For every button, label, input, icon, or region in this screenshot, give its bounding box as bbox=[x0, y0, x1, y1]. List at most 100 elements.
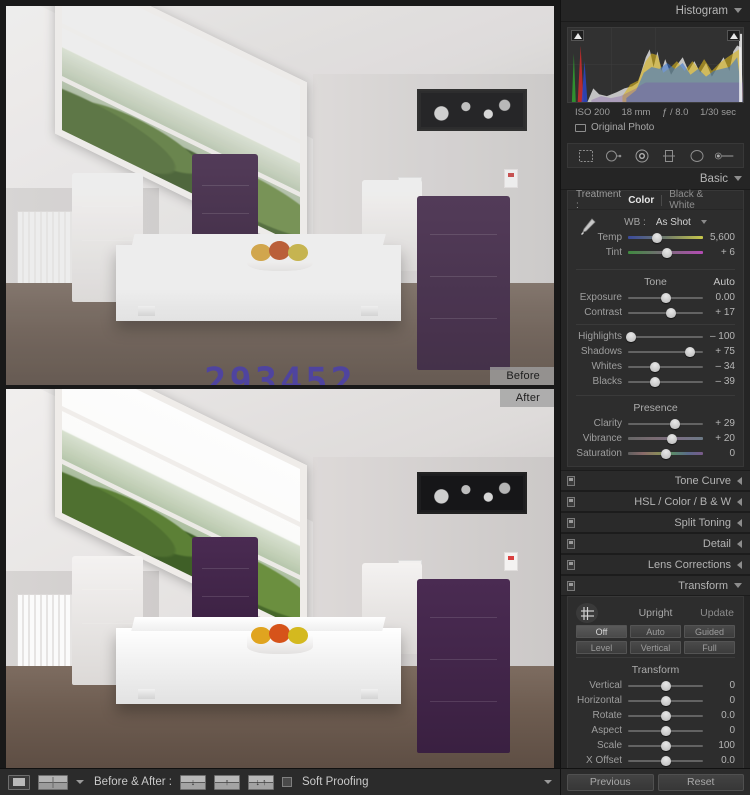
slider-exposure[interactable]: Exposure 0.00 bbox=[576, 290, 735, 305]
adjustment-brush-tool[interactable] bbox=[715, 147, 735, 164]
copy-before-to-after-button[interactable]: ↑ bbox=[213, 774, 240, 790]
upright-guided-button[interactable]: Guided bbox=[684, 625, 735, 638]
white-balance-selector-icon[interactable] bbox=[574, 214, 600, 242]
slider-knob[interactable] bbox=[650, 376, 660, 387]
after-image-pane[interactable]: After bbox=[6, 389, 554, 768]
loupe-view-icon[interactable] bbox=[8, 774, 30, 790]
slider-saturation[interactable]: Saturation 0 bbox=[576, 446, 735, 461]
before-after-view-icon[interactable] bbox=[38, 774, 68, 790]
panel-switch-icon[interactable] bbox=[567, 517, 575, 528]
slider-track[interactable] bbox=[628, 376, 703, 387]
slider-vertical[interactable]: Vertical 0 bbox=[576, 678, 735, 693]
upright-vertical-button[interactable]: Vertical bbox=[630, 641, 681, 654]
slider-track[interactable] bbox=[628, 695, 703, 706]
slider-x-offset[interactable]: X Offset 0.0 bbox=[576, 753, 735, 768]
histogram-header[interactable]: Histogram bbox=[561, 0, 750, 22]
slider-track[interactable] bbox=[628, 232, 703, 243]
slider-knob[interactable] bbox=[669, 418, 680, 429]
treatment-option-black-and-white[interactable]: Black & White bbox=[662, 189, 735, 211]
chevron-left-icon[interactable] bbox=[737, 476, 742, 485]
copy-after-to-before-button[interactable]: ↓ bbox=[179, 774, 206, 790]
slider-knob[interactable] bbox=[660, 695, 671, 706]
slider-track[interactable] bbox=[628, 680, 703, 691]
reset-button[interactable]: Reset bbox=[657, 773, 744, 791]
slider-highlights[interactable]: Highlights – 100 bbox=[576, 329, 735, 344]
spot-removal-tool[interactable] bbox=[604, 147, 624, 164]
slider-knob[interactable] bbox=[650, 361, 660, 372]
panel-switch-icon[interactable] bbox=[567, 475, 575, 486]
upright-crosshair-icon[interactable] bbox=[576, 603, 598, 623]
section-detail[interactable]: Detail bbox=[561, 533, 750, 554]
chevron-left-icon[interactable] bbox=[737, 539, 742, 548]
radial-filter-tool[interactable] bbox=[687, 147, 707, 164]
toolbar-chevron-down-icon[interactable] bbox=[544, 780, 552, 784]
slider-track[interactable] bbox=[628, 292, 703, 303]
chevron-down-icon[interactable] bbox=[734, 8, 742, 13]
before-image-pane[interactable]: Before 293452 bbox=[6, 6, 554, 385]
chevron-down-icon[interactable] bbox=[700, 220, 707, 224]
slider-tint[interactable]: Tint + 6 bbox=[576, 245, 735, 260]
chevron-left-icon[interactable] bbox=[737, 518, 742, 527]
slider-track[interactable] bbox=[628, 247, 703, 258]
original-photo-row[interactable]: Original Photo bbox=[567, 120, 744, 139]
slider-track[interactable] bbox=[628, 418, 703, 429]
slider-scale[interactable]: Scale 100 bbox=[576, 738, 735, 753]
graduated-filter-tool[interactable] bbox=[659, 147, 679, 164]
slider-aspect[interactable]: Aspect 0 bbox=[576, 723, 735, 738]
slider-track[interactable] bbox=[628, 307, 703, 318]
slider-rotate[interactable]: Rotate 0.0 bbox=[576, 708, 735, 723]
chevron-down-icon[interactable] bbox=[734, 583, 742, 588]
slider-knob[interactable] bbox=[660, 680, 671, 691]
panel-switch-icon[interactable] bbox=[567, 559, 575, 570]
chevron-left-icon[interactable] bbox=[737, 497, 742, 506]
slider-knob[interactable] bbox=[660, 292, 671, 303]
slider-knob[interactable] bbox=[660, 448, 671, 459]
panel-switch-icon[interactable] bbox=[567, 580, 575, 591]
slider-shadows[interactable]: Shadows + 75 bbox=[576, 344, 735, 359]
shadow-clipping-indicator[interactable] bbox=[571, 30, 584, 41]
slider-knob[interactable] bbox=[667, 433, 678, 444]
section-transform[interactable]: Transform bbox=[561, 575, 750, 596]
previous-button[interactable]: Previous bbox=[567, 773, 654, 791]
upright-level-button[interactable]: Level bbox=[576, 641, 627, 654]
slider-track[interactable] bbox=[628, 755, 703, 766]
chevron-left-icon[interactable] bbox=[737, 560, 742, 569]
slider-vibrance[interactable]: Vibrance + 20 bbox=[576, 431, 735, 446]
slider-clarity[interactable]: Clarity + 29 bbox=[576, 416, 735, 431]
slider-knob[interactable] bbox=[626, 331, 636, 342]
slider-knob[interactable] bbox=[660, 740, 671, 751]
auto-tone-button[interactable]: Auto bbox=[713, 276, 735, 288]
slider-track[interactable] bbox=[628, 710, 703, 721]
slider-horizontal[interactable]: Horizontal 0 bbox=[576, 693, 735, 708]
panel-switch-icon[interactable] bbox=[567, 538, 575, 549]
panel-switch-icon[interactable] bbox=[567, 496, 575, 507]
slider-knob[interactable] bbox=[660, 755, 671, 766]
slider-track[interactable] bbox=[628, 725, 703, 736]
slider-knob[interactable] bbox=[662, 247, 672, 258]
crop-overlay-tool[interactable] bbox=[576, 147, 596, 164]
red-eye-correction-tool[interactable] bbox=[632, 147, 652, 164]
slider-track[interactable] bbox=[628, 740, 703, 751]
treatment-option-color[interactable]: Color bbox=[621, 195, 661, 206]
section-split-toning[interactable]: Split Toning bbox=[561, 512, 750, 533]
swap-before-after-button[interactable]: ↓ ↑ bbox=[247, 774, 274, 790]
section-hsl-color-bw[interactable]: HSL / Color / B & W bbox=[561, 491, 750, 512]
slider-knob[interactable] bbox=[660, 725, 671, 736]
slider-track[interactable] bbox=[628, 433, 703, 444]
slider-blacks[interactable]: Blacks – 39 bbox=[576, 374, 735, 389]
slider-knob[interactable] bbox=[660, 710, 671, 721]
slider-contrast[interactable]: Contrast + 17 bbox=[576, 305, 735, 320]
highlight-clipping-indicator[interactable] bbox=[727, 30, 740, 41]
section-tone-curve[interactable]: Tone Curve bbox=[561, 470, 750, 491]
slider-knob[interactable] bbox=[684, 346, 695, 357]
slider-knob[interactable] bbox=[665, 307, 676, 318]
slider-knob[interactable] bbox=[651, 232, 662, 243]
section-lens-corrections[interactable]: Lens Corrections bbox=[561, 554, 750, 575]
slider-track[interactable] bbox=[628, 448, 703, 459]
histogram-graph[interactable] bbox=[567, 27, 744, 103]
soft-proofing-checkbox[interactable] bbox=[281, 777, 292, 787]
chevron-down-icon[interactable] bbox=[734, 176, 742, 181]
slider-track[interactable] bbox=[628, 361, 703, 372]
chevron-down-icon[interactable] bbox=[76, 780, 84, 784]
upright-full-button[interactable]: Full bbox=[684, 641, 735, 654]
